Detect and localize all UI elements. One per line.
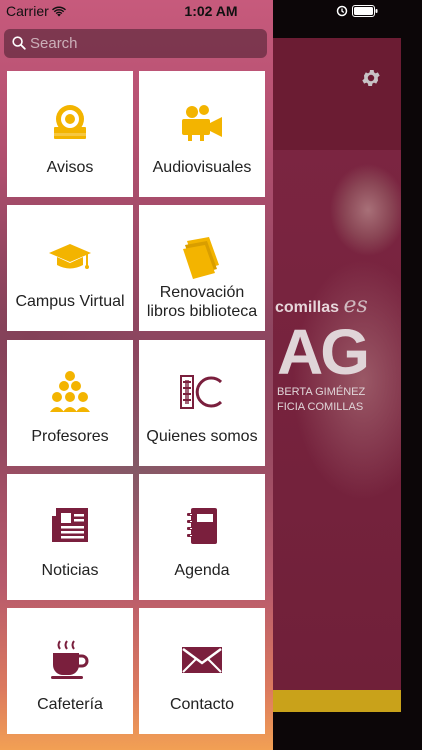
menu-tile-label: Noticias (41, 562, 99, 579)
menu-tile-label: Agenda (174, 562, 230, 579)
search-bar[interactable] (4, 29, 267, 58)
logo-subtitle-2: FICIA COMILLAS (277, 401, 364, 413)
menu-tile-contacto[interactable]: Contacto (139, 608, 265, 734)
main-hero-photo (273, 150, 401, 690)
menu-tile-quienes-somos[interactable]: Quienes somos (139, 340, 265, 466)
search-icon (12, 36, 26, 55)
alarm-bell-icon (7, 99, 133, 147)
menu-tile-cafeteria[interactable]: Cafetería (7, 608, 133, 734)
side-menu-drawer: Carrier Search Avisos Audiovisuales Camp… (0, 0, 273, 750)
menu-tile-audiovisuales[interactable]: Audiovisuales (139, 71, 265, 197)
menu-tile-agenda[interactable]: Agenda (139, 474, 265, 600)
bottom-accent-bar (273, 690, 401, 712)
notebook-icon (139, 502, 265, 550)
menu-tile-avisos[interactable]: Avisos (7, 71, 133, 197)
settings-gear-icon[interactable] (360, 67, 382, 89)
graduation-cap-icon (7, 233, 133, 281)
menu-tile-label: Cafetería (37, 696, 103, 713)
battery-icon (352, 5, 378, 17)
main-header-band (273, 38, 401, 150)
people-group-icon (7, 368, 133, 416)
menu-tile-profesores[interactable]: Profesores (7, 340, 133, 466)
logo-subtitle-1: BERTA GIMÉNEZ (277, 386, 366, 398)
books-icon (139, 233, 265, 281)
envelope-icon (139, 636, 265, 684)
menu-tile-label: Campus Virtual (15, 293, 125, 310)
coffee-cup-icon (7, 636, 133, 684)
newspaper-icon (7, 502, 133, 550)
menu-tile-label: Renovación libros biblioteca (146, 284, 258, 320)
menu-tile-campus-virtual[interactable]: Campus Virtual (7, 205, 133, 331)
alarm-status-icon (336, 5, 348, 17)
menu-tile-label: Avisos (46, 159, 94, 176)
video-camera-icon (139, 99, 265, 147)
search-input[interactable] (30, 29, 260, 58)
menu-tile-label: Audiovisuales (152, 159, 252, 176)
menu-tile-label: Quienes somos (146, 428, 258, 445)
menu-tile-renovacion-libros[interactable]: Renovación libros biblioteca (139, 205, 265, 331)
menu-tile-noticias[interactable]: Noticias (7, 474, 133, 600)
menu-tile-label: Profesores (31, 428, 109, 445)
menu-tile-label: Contacto (169, 696, 235, 713)
logo-letters: AG (277, 316, 370, 388)
ic-logo-icon (139, 368, 265, 416)
